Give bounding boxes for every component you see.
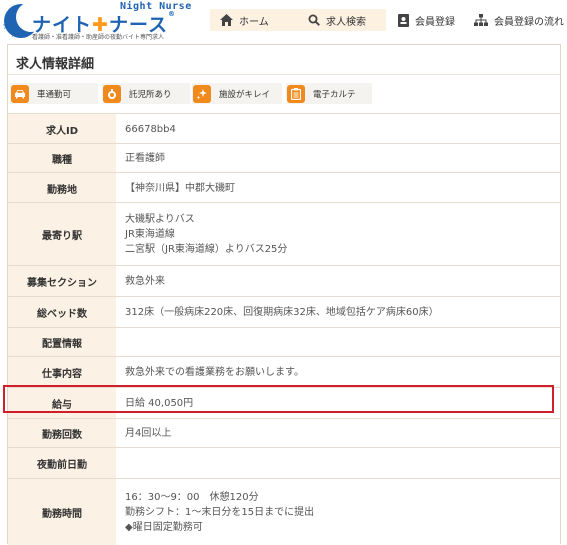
site-header: ☆ ☆ Night Nurse ナイト✚ナース® 看護師・准看護師・助産師の夜勤… — [0, 0, 567, 42]
table-row: 勤務地 【神奈川県】中郡大磯町 — [8, 172, 560, 203]
value-pre-night — [125, 448, 555, 479]
hours-line: 勤務シフト：1～末日分を15日までに提出 — [125, 506, 315, 518]
value-station: 大磯駅よりバス JR東海道線 二宮駅（JR東海道線）よりバス25分 — [125, 203, 555, 266]
station-line: 大磯駅よりバス — [125, 214, 195, 225]
tag-label: 電子カルテ — [313, 89, 356, 100]
tag-car-commute: 車通勤可 — [10, 83, 98, 104]
nav-home[interactable]: ホーム — [210, 9, 302, 31]
page-title: 求人情報詳細 — [16, 57, 95, 72]
label-hours: 勤務時間 — [8, 479, 116, 545]
nav-register-label: 会員登録 — [415, 16, 455, 28]
search-icon — [308, 14, 320, 26]
nav-register[interactable]: 会員登録 — [394, 9, 455, 31]
hours-line: ◆曜日固定勤務可 — [125, 521, 203, 533]
label-location: 勤務地 — [8, 173, 116, 203]
value-beds: 312床（一般病床220床、回復期病床32床、地域包括ケア病床60床） — [125, 307, 439, 318]
table-row: 最寄り駅 大磯駅よりバス JR東海道線 二宮駅（JR東海道線）よりバス25分 — [8, 202, 560, 266]
star-icon: ☆ — [10, 30, 18, 39]
table-row: 職種 正看護師 — [8, 143, 560, 173]
table-row: 夜勤前日勤 — [8, 447, 560, 479]
value-work: 救急外来での看護業務をお願いします。 — [125, 367, 304, 378]
car-icon — [11, 84, 29, 103]
station-line: JR東海道線 — [125, 229, 175, 240]
salary-highlight-box — [3, 385, 554, 413]
tag-clean-facility: 施設がキレイ — [192, 83, 282, 104]
value-assignment — [125, 328, 555, 357]
table-row: 勤務回数 月4回以上 — [8, 418, 560, 448]
value-job-id: 66678bb4 — [125, 123, 176, 135]
table-row: 仕事内容 救急外来での看護業務をお願いします。 — [8, 356, 560, 388]
label-frequency: 勤務回数 — [8, 419, 116, 448]
value-location: 【神奈川県】中郡大磯町 — [125, 182, 235, 194]
table-row: 総ベッド数 312床（一般病床220床、回復期病床32床、地域包括ケア病床60床… — [8, 296, 560, 328]
baby-bottle-icon — [103, 84, 121, 103]
value-frequency: 月4回以上 — [125, 428, 172, 439]
clipboard-icon — [287, 84, 305, 103]
nav-search-label: 求人検索 — [326, 16, 366, 28]
table-row: 配置情報 — [8, 327, 560, 357]
label-work: 仕事内容 — [8, 357, 116, 388]
tag-label: 託児所あり — [129, 89, 172, 100]
label-occupation: 職種 — [8, 144, 116, 173]
home-icon — [220, 14, 233, 26]
sparkle-icon — [193, 84, 211, 103]
hours-line: 16：30～9：00 休憩120分 — [125, 491, 259, 503]
label-station: 最寄り駅 — [8, 203, 116, 266]
label-assignment: 配置情報 — [8, 328, 116, 357]
nav-register-flow-label: 会員登録の流れ — [494, 16, 564, 28]
job-detail-panel: 求人情報詳細 車通勤可 託児所あり 施設がキレイ 電子カルテ 求人ID 6667… — [7, 44, 561, 545]
station-line: 二宮駅（JR東海道線）よりバス25分 — [125, 244, 288, 255]
value-section: 救急外来 — [125, 276, 165, 287]
tag-label: 車通勤可 — [37, 89, 72, 100]
tag-daycare: 託児所あり — [102, 83, 190, 104]
member-card-icon — [398, 13, 409, 27]
label-beds: 総ベッド数 — [8, 297, 116, 328]
label-pre-night: 夜勤前日勤 — [8, 448, 116, 479]
value-occupation: 正看護師 — [125, 153, 165, 164]
sitemap-icon — [474, 14, 488, 26]
value-hours: 16：30～9：00 休憩120分 勤務シフト：1～末日分を15日までに提出 ◆… — [125, 479, 555, 545]
table-row: 求人ID 66678bb4 — [8, 113, 560, 144]
site-logo[interactable]: ☆ ☆ Night Nurse ナイト✚ナース® 看護師・准看護師・助産師の夜勤… — [2, 0, 202, 42]
nav-register-flow[interactable]: 会員登録の流れ — [472, 9, 564, 31]
label-job-id: 求人ID — [8, 114, 116, 144]
nav-search[interactable]: 求人検索 — [302, 9, 386, 31]
divider — [8, 74, 560, 75]
table-row: 勤務時間 16：30～9：00 休憩120分 勤務シフト：1～末日分を15日まで… — [8, 478, 560, 545]
tag-label: 施設がキレイ — [219, 89, 271, 100]
logo-tagline: 看護師・准看護師・助産師の夜勤バイト専門求人 — [32, 34, 165, 41]
table-row: 募集セクション 救急外来 — [8, 265, 560, 297]
tag-electronic-records: 電子カルテ — [286, 83, 372, 104]
nav-home-label: ホーム — [239, 16, 269, 28]
registered-mark: ® — [168, 10, 176, 18]
label-section: 募集セクション — [8, 266, 116, 297]
